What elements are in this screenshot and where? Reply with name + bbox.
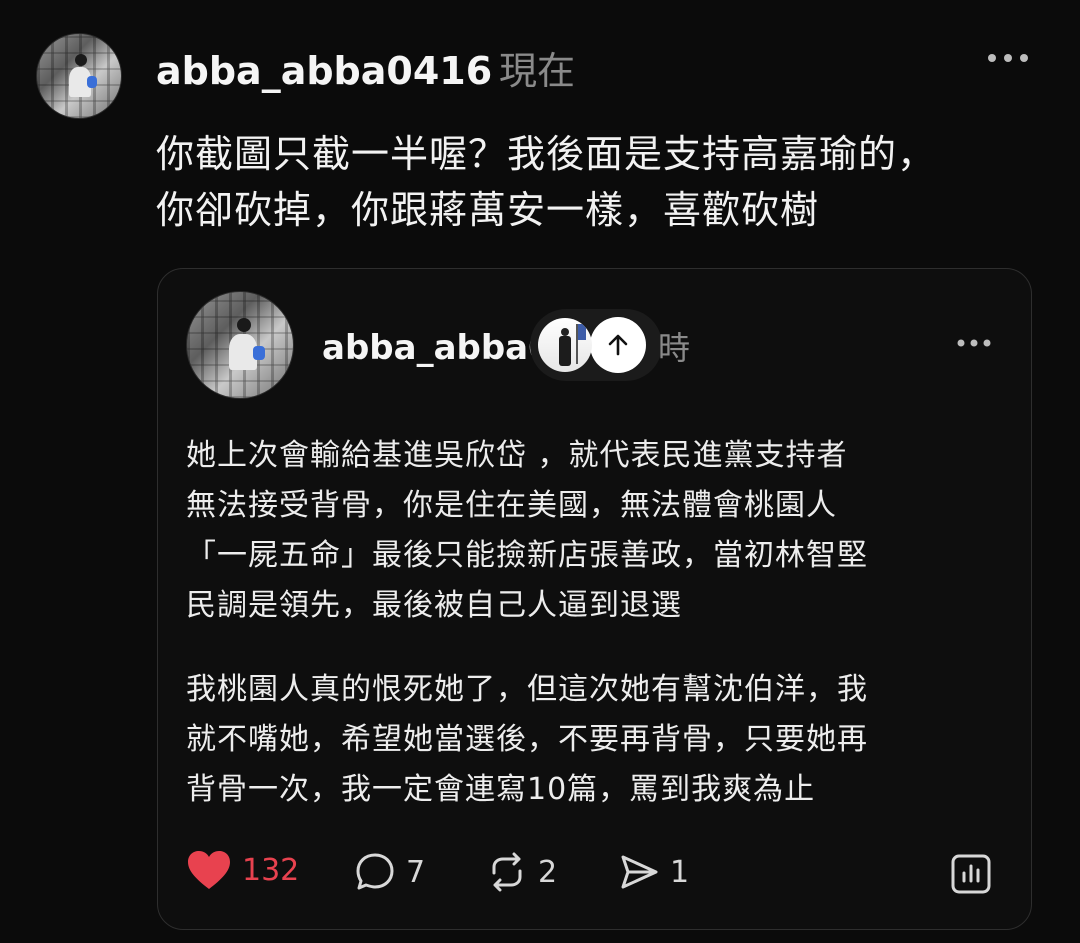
- comment-count: 7: [406, 854, 426, 890]
- quoted-text-line: 無法接受背骨，你是住在美國，無法體會桃園人: [186, 488, 837, 523]
- quoted-text-line: 民調是領先，最後被自己人逼到退選: [186, 588, 682, 623]
- user-avatar[interactable]: [36, 33, 122, 119]
- share-button[interactable]: 1: [618, 851, 689, 893]
- post-username[interactable]: abba_abba0416: [156, 48, 492, 94]
- insights-button[interactable]: [950, 853, 992, 895]
- mini-avatar: [538, 318, 592, 372]
- scroll-top-pill[interactable]: [530, 309, 662, 381]
- more-options-icon[interactable]: [986, 48, 1030, 68]
- arrow-up-icon: [608, 334, 628, 356]
- post-timestamp: 現在: [499, 49, 576, 93]
- quoted-timestamp: 時: [658, 329, 691, 367]
- quoted-paragraph-2: 我桃園人真的恨死她了，但這次她有幫沈伯洋，我 就不嘴她，希望她當選後，不要再背骨…: [186, 665, 1006, 815]
- repost-button[interactable]: 2: [486, 851, 557, 893]
- quoted-text-line: 她上次會輸給基進吳欣岱 ，就代表民進黨支持者: [186, 438, 848, 473]
- comment-icon: [356, 853, 394, 890]
- quoted-post-card[interactable]: abba_abba0 時 她上次會輸給基進吳欣岱 ，就代表民進黨支持者 無法接受…: [157, 268, 1032, 930]
- heart-icon: [188, 851, 230, 889]
- send-icon: [621, 855, 658, 889]
- post-text-line: 你卻砍掉，你跟蔣萬安一樣，喜歡砍樹: [156, 188, 820, 232]
- share-count: 1: [670, 854, 690, 890]
- bar-chart-icon: [951, 854, 991, 894]
- repost-count: 2: [538, 854, 558, 890]
- repost-icon: [492, 852, 522, 892]
- quoted-more-options-icon[interactable]: [956, 335, 992, 351]
- like-button[interactable]: 132: [186, 849, 299, 891]
- quoted-text-line: 就不嘴她，希望她當選後，不要再背骨，只要她再: [186, 722, 868, 757]
- post-body: 你截圖只截一半喔？我後面是支持高嘉瑜的， 你卻砍掉，你跟蔣萬安一樣，喜歡砍樹: [156, 126, 1036, 238]
- quoted-user-avatar[interactable]: [186, 291, 294, 399]
- quoted-text-line: 「一屍五命」最後只能撿新店張善政，當初林智堅: [186, 538, 868, 573]
- quoted-username[interactable]: abba_abba0: [322, 327, 552, 369]
- scroll-up-button[interactable]: [590, 317, 646, 373]
- quoted-text-line: 我桃園人真的恨死她了，但這次她有幫沈伯洋，我: [186, 672, 868, 707]
- post-text-line: 你截圖只截一半喔？我後面是支持高嘉瑜的，: [156, 132, 937, 176]
- quoted-text-line: 背骨一次，我一定會連寫10篇，罵到我爽為止: [186, 772, 816, 807]
- quoted-paragraph-1: 她上次會輸給基進吳欣岱 ，就代表民進黨支持者 無法接受背骨，你是住在美國，無法體…: [186, 431, 1006, 631]
- comment-button[interactable]: 7: [354, 851, 425, 893]
- like-count: 132: [242, 852, 300, 888]
